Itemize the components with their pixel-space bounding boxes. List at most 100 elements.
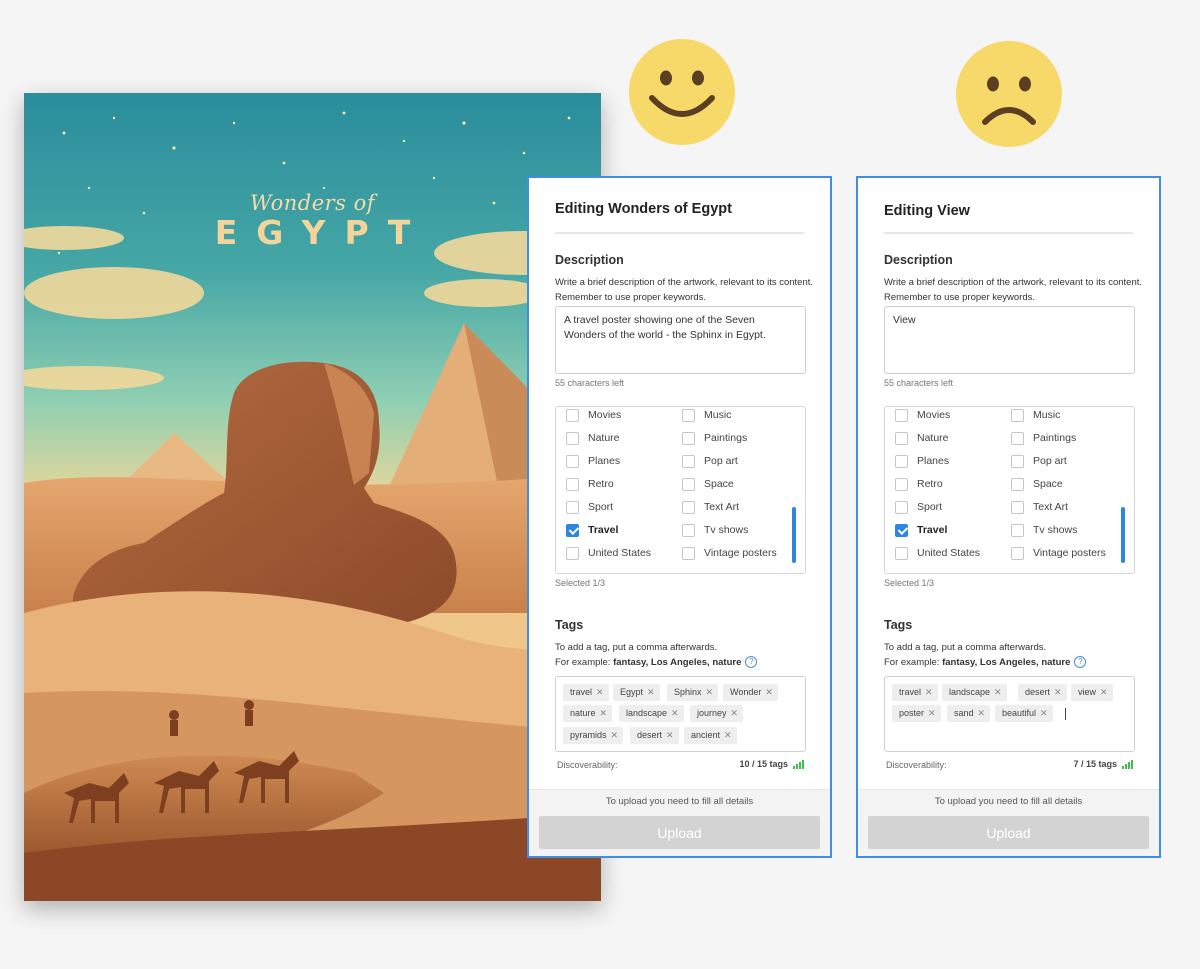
tag-chip[interactable]: travel ✕ [892,684,938,701]
checkbox[interactable] [895,431,908,445]
category-space[interactable]: Space [1011,476,1063,492]
checkbox[interactable] [1011,500,1024,514]
tag-chip[interactable]: Sphinx ✕ [667,684,719,701]
checkbox[interactable] [566,546,579,560]
tag-chip[interactable]: landscape ✕ [619,705,684,722]
tag-chip[interactable]: sand ✕ [947,705,991,722]
remove-tag-icon[interactable]: ✕ [925,687,933,697]
category-movies[interactable]: Movies [566,407,621,423]
checkbox[interactable] [566,477,579,491]
checkbox[interactable] [895,546,908,560]
remove-tag-icon[interactable]: ✕ [731,708,739,718]
category-text-art[interactable]: Text Art [1011,499,1068,515]
category-retro[interactable]: Retro [566,476,614,492]
remove-tag-icon[interactable]: ✕ [647,687,655,697]
category-music[interactable]: Music [1011,407,1060,423]
remove-tag-icon[interactable]: ✕ [666,730,674,740]
category-nature[interactable]: Nature [566,430,620,446]
description-input[interactable]: View [884,306,1135,374]
category-music[interactable]: Music [682,407,731,423]
checkbox[interactable] [682,546,695,560]
checkbox[interactable] [682,523,695,537]
upload-button[interactable]: Upload [539,816,820,849]
category-planes[interactable]: Planes [895,453,949,469]
category-sport[interactable]: Sport [566,499,613,515]
tag-chip[interactable]: view ✕ [1071,684,1113,701]
checkbox[interactable] [566,454,579,468]
checkbox[interactable] [895,477,908,491]
category-tv-shows[interactable]: Tv shows [1011,522,1077,538]
checkbox[interactable] [682,408,695,422]
tag-chip[interactable]: poster ✕ [892,705,941,722]
category-list[interactable]: Movies Nature Planes Retro Sport Travel … [884,406,1135,574]
category-paintings[interactable]: Paintings [1011,430,1076,446]
tags-input[interactable]: travel ✕ Egypt ✕ Sphinx ✕ Wonder ✕ nature ✕ l… [555,676,806,752]
category-text-art[interactable]: Text Art [682,499,739,515]
tag-chip[interactable]: beautiful ✕ [995,705,1053,722]
remove-tag-icon[interactable]: ✕ [1054,687,1062,697]
help-icon[interactable]: ? [745,656,758,669]
category-retro[interactable]: Retro [895,476,943,492]
checkbox[interactable] [1011,546,1024,560]
category-pop-art[interactable]: Pop art [1011,453,1067,469]
category-united-states[interactable]: United States [566,545,651,561]
category-space[interactable]: Space [682,476,734,492]
checkbox-checked[interactable] [895,523,908,537]
remove-tag-icon[interactable]: ✕ [706,687,714,697]
description-input[interactable]: A travel poster showing one of the Seven… [555,306,806,374]
tag-chip[interactable]: ancient ✕ [684,727,737,744]
checkbox-checked[interactable] [566,523,579,537]
category-travel[interactable]: Travel [566,522,618,538]
help-icon[interactable]: ? [1074,656,1087,669]
category-vintage-posters[interactable]: Vintage posters [1011,545,1106,561]
category-pop-art[interactable]: Pop art [682,453,738,469]
category-planes[interactable]: Planes [566,453,620,469]
category-scrollbar[interactable] [1121,507,1125,563]
upload-button[interactable]: Upload [868,816,1149,849]
tag-chip[interactable]: landscape ✕ [942,684,1007,701]
checkbox[interactable] [682,477,695,491]
checkbox[interactable] [1011,454,1024,468]
checkbox[interactable] [566,500,579,514]
checkbox[interactable] [682,431,695,445]
category-vintage-posters[interactable]: Vintage posters [682,545,777,561]
checkbox[interactable] [566,408,579,422]
checkbox[interactable] [895,454,908,468]
remove-tag-icon[interactable]: ✕ [994,687,1002,697]
checkbox[interactable] [1011,523,1024,537]
tag-chip[interactable]: desert ✕ [630,727,679,744]
tag-chip[interactable]: desert ✕ [1018,684,1067,701]
remove-tag-icon[interactable]: ✕ [765,687,773,697]
tag-chip[interactable]: journey ✕ [690,705,744,722]
remove-tag-icon[interactable]: ✕ [600,708,608,718]
tag-chip[interactable]: nature ✕ [563,705,613,722]
category-movies[interactable]: Movies [895,407,950,423]
remove-tag-icon[interactable]: ✕ [1100,687,1108,697]
remove-tag-icon[interactable]: ✕ [978,708,986,718]
checkbox[interactable] [1011,431,1024,445]
category-tv-shows[interactable]: Tv shows [682,522,748,538]
checkbox[interactable] [895,408,908,422]
remove-tag-icon[interactable]: ✕ [928,708,936,718]
tag-chip[interactable]: pyramids ✕ [563,727,624,744]
remove-tag-icon[interactable]: ✕ [611,730,619,740]
category-united-states[interactable]: United States [895,545,980,561]
category-list[interactable]: Movies Nature Planes Retro Sport Travel … [555,406,806,574]
checkbox[interactable] [682,500,695,514]
tag-chip[interactable]: Egypt ✕ [613,684,660,701]
tags-input[interactable]: travel ✕ landscape ✕ desert ✕ view ✕ poster ✕… [884,676,1135,752]
category-sport[interactable]: Sport [895,499,942,515]
checkbox[interactable] [566,431,579,445]
category-paintings[interactable]: Paintings [682,430,747,446]
remove-tag-icon[interactable]: ✕ [596,687,604,697]
checkbox[interactable] [682,454,695,468]
remove-tag-icon[interactable]: ✕ [1040,708,1048,718]
category-travel[interactable]: Travel [895,522,947,538]
category-scrollbar[interactable] [792,507,796,563]
tag-chip[interactable]: travel ✕ [563,684,609,701]
tag-chip[interactable]: Wonder ✕ [723,684,778,701]
checkbox[interactable] [1011,477,1024,491]
remove-tag-icon[interactable]: ✕ [671,708,679,718]
category-nature[interactable]: Nature [895,430,949,446]
checkbox[interactable] [1011,408,1024,422]
